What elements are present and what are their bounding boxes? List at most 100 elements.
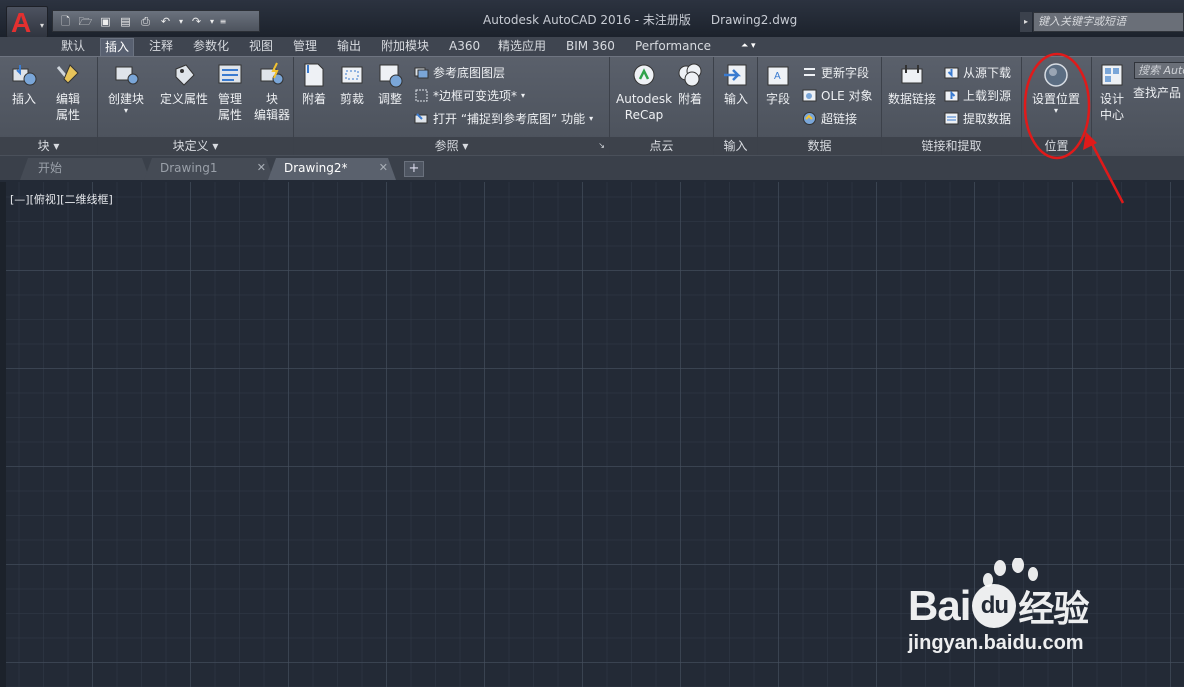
undo-dropdown-icon[interactable]: ▾ xyxy=(177,14,185,29)
expand-search-icon[interactable]: ▸ xyxy=(1020,12,1032,32)
save-icon[interactable]: ▣ xyxy=(97,14,114,29)
quick-access-toolbar: 🗋 🗁 ▣ ▤ ⎙ ↶ ▾ ↷ ▾ ≡ xyxy=(52,10,260,32)
undo-icon[interactable]: ↶ xyxy=(157,14,174,29)
chevron-down-icon: ▾ xyxy=(521,90,526,100)
panel-data: A 字段 更新字段 OLE 对象 超链接 数据 xyxy=(758,57,882,155)
viewport-controls[interactable]: [—][俯视][二维线框] xyxy=(10,191,113,207)
panel-point-cloud-label: 点云 xyxy=(610,137,713,155)
insert-block-icon xyxy=(12,65,37,86)
tab-parametric[interactable]: 参数化 xyxy=(193,38,229,56)
search-input[interactable]: 键入关键字或短语 xyxy=(1033,12,1184,32)
import-button[interactable]: 输入 xyxy=(722,61,750,107)
autodesk-recap-button[interactable]: Autodesk ReCap xyxy=(616,61,672,123)
new-file-icon[interactable]: 🗋 xyxy=(57,14,74,29)
panel-block-definition-label[interactable]: 块定义 ▾ xyxy=(98,137,293,155)
adjust-button[interactable]: 调整 xyxy=(376,61,404,107)
manage-attributes-icon xyxy=(218,64,242,84)
search-products-input[interactable]: 搜索 Auto xyxy=(1134,62,1184,79)
doc-tab-drawing2[interactable]: Drawing2* ✕ xyxy=(268,158,396,180)
tab-performance[interactable]: Performance xyxy=(635,38,711,56)
chevron-down-icon: ▾ xyxy=(39,21,44,30)
save-as-icon[interactable]: ▤ xyxy=(117,14,134,29)
update-fields-icon xyxy=(804,67,815,76)
ole-object-button[interactable]: OLE 对象 xyxy=(802,86,873,104)
tab-featured-apps[interactable]: 精选应用 xyxy=(498,38,546,56)
block-editor-button[interactable]: 块编辑器 xyxy=(254,61,290,123)
attach-reference-button[interactable]: 附着 xyxy=(300,61,328,107)
tab-view[interactable]: 视图 xyxy=(249,38,273,56)
manage-attributes-button[interactable]: 管理 属性 xyxy=(216,61,244,123)
baidu-jingyan-watermark: Bai du 经验 jingyan.baidu.com xyxy=(908,558,1089,654)
extract-data-icon xyxy=(944,112,959,124)
extract-data-button[interactable]: 提取数据 xyxy=(944,109,1011,127)
doc-tab-start[interactable]: 开始 xyxy=(20,158,150,180)
upload-to-source-button[interactable]: 上载到源 xyxy=(944,86,1011,104)
clip-button[interactable]: 剪裁 xyxy=(338,61,366,107)
panel-block-definition: 创建块 ▾ 定义属性 管理 属性 块编辑器 块定义 ▾ xyxy=(98,57,294,155)
edit-attributes-button[interactable]: 编辑 属性 xyxy=(54,61,82,123)
globe-icon xyxy=(1044,63,1068,87)
attach-point-cloud-button[interactable]: 附着 xyxy=(676,61,704,107)
define-attributes-button[interactable]: 定义属性 xyxy=(160,61,208,107)
panel-content: 设计 中心 搜索 Auto 查找产品 xyxy=(1092,57,1184,155)
download-from-source-button[interactable]: 从源下载 xyxy=(944,63,1011,81)
autocad-logo-icon: A xyxy=(11,7,32,38)
hyperlink-icon xyxy=(803,111,816,125)
dialog-launcher-icon[interactable]: ↘ xyxy=(598,137,605,155)
design-center-button[interactable]: 设计 中心 xyxy=(1098,61,1126,123)
tab-default[interactable]: 默认 xyxy=(61,38,85,56)
set-location-button[interactable]: 设置位置 ▾ xyxy=(1032,61,1080,115)
panel-block: 插入 编辑 属性 块 ▾ xyxy=(0,57,98,155)
ole-object-icon xyxy=(802,89,817,101)
tab-bim360[interactable]: BIM 360 xyxy=(566,38,615,56)
create-block-button[interactable]: 创建块 ▾ xyxy=(108,61,144,115)
open-folder-icon[interactable]: 🗁 xyxy=(77,14,94,29)
panel-import: 输入 输入 xyxy=(714,57,758,155)
panel-linking-label: 链接和提取 xyxy=(882,137,1021,155)
panel-import-label: 输入 xyxy=(714,137,757,155)
panel-data-label: 数据 xyxy=(758,137,881,155)
tab-output[interactable]: 输出 xyxy=(337,38,361,56)
panel-point-cloud: Autodesk ReCap 附着 点云 xyxy=(610,57,714,155)
panel-location: 设置位置 ▾ 位置 xyxy=(1022,57,1092,155)
redo-icon[interactable]: ↷ xyxy=(188,14,205,29)
upload-icon xyxy=(944,90,959,101)
field-button[interactable]: A 字段 xyxy=(764,61,792,107)
frame-options-dropdown[interactable]: *边框可变选项* ▾ xyxy=(414,86,525,104)
create-block-icon xyxy=(115,66,139,85)
field-icon: A xyxy=(767,66,789,86)
tab-addins[interactable]: 附加模块 xyxy=(381,38,429,56)
snap-to-underlay-dropdown[interactable]: 打开 “捕捉到参考底图” 功能 ▾ xyxy=(414,109,593,127)
data-link-button[interactable]: 数据链接 xyxy=(888,61,936,107)
frame-icon xyxy=(415,89,428,101)
adjust-icon xyxy=(379,64,403,88)
tab-insert[interactable]: 插入 xyxy=(100,38,135,56)
panel-reference-label[interactable]: 参照 ▾ ↘ xyxy=(294,137,609,155)
customize-toolbar-icon[interactable]: ≡ xyxy=(219,14,227,29)
design-center-icon xyxy=(1101,64,1123,86)
panel-location-label: 位置 xyxy=(1022,137,1091,155)
close-icon[interactable]: ✕ xyxy=(257,158,266,178)
data-link-icon xyxy=(901,65,923,84)
clip-icon xyxy=(341,66,363,84)
redo-dropdown-icon[interactable]: ▾ xyxy=(208,14,216,29)
tab-manage[interactable]: 管理 xyxy=(293,38,317,56)
ribbon-display-toggle[interactable]: ⏶ ▾ xyxy=(741,38,756,56)
hyperlink-button[interactable]: 超链接 xyxy=(802,109,857,127)
doc-tab-drawing1[interactable]: Drawing1 ✕ xyxy=(144,158,274,180)
new-tab-button[interactable]: + xyxy=(404,161,424,177)
layers-icon xyxy=(414,67,429,78)
panel-block-label[interactable]: 块 ▾ xyxy=(0,137,97,155)
tab-annotate[interactable]: 注释 xyxy=(149,38,173,56)
window-title: Autodesk AutoCAD 2016 - 未注册版 Drawing2.dwg xyxy=(483,13,798,27)
application-menu-button[interactable]: A ▾ xyxy=(6,6,48,38)
print-icon[interactable]: ⎙ xyxy=(137,14,154,29)
tab-a360[interactable]: A360 xyxy=(449,38,480,56)
underlay-layers-button[interactable]: 参考底图图层 xyxy=(414,63,505,81)
search-products-label[interactable]: 查找产品 xyxy=(1133,84,1181,101)
insert-block-button[interactable]: 插入 xyxy=(10,61,38,107)
update-fields-button[interactable]: 更新字段 xyxy=(802,63,869,81)
snap-icon xyxy=(414,112,428,123)
import-icon xyxy=(724,64,747,86)
close-icon[interactable]: ✕ xyxy=(379,158,388,178)
